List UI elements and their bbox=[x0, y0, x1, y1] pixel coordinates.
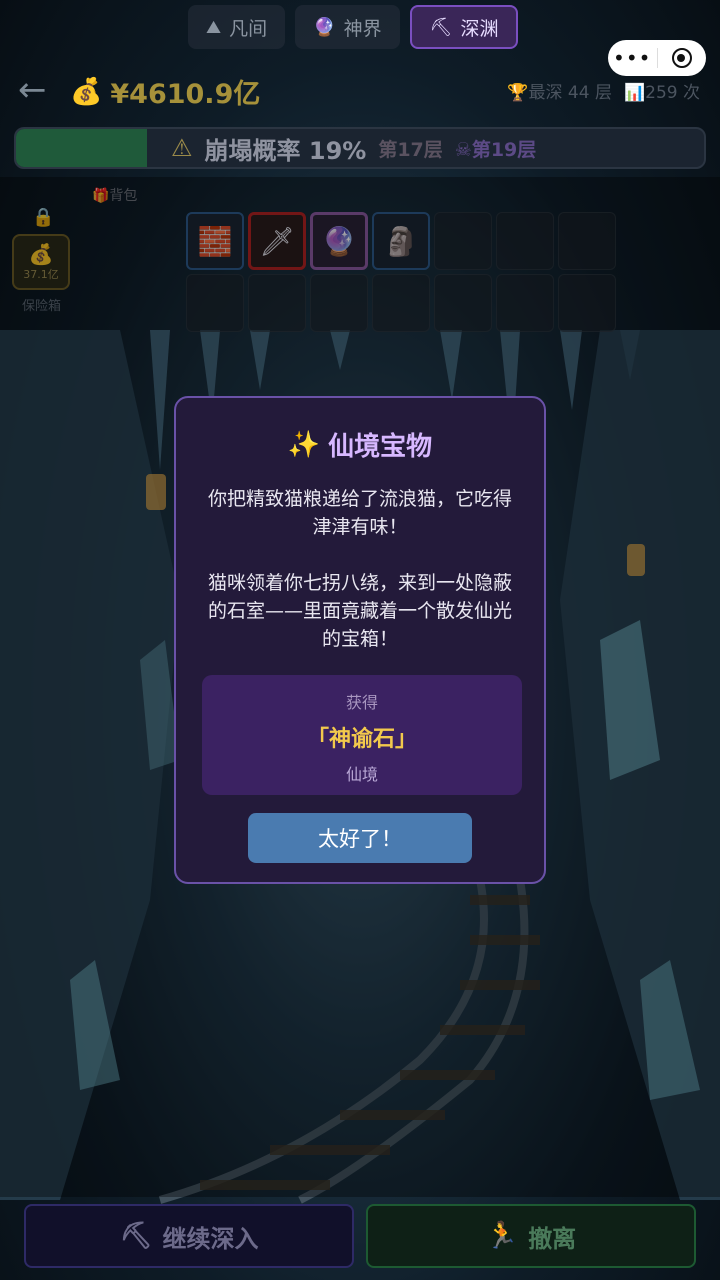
collapse-progress-bar: ⚠ 崩塌概率 19% 第17层 ☠第19层 bbox=[14, 127, 706, 169]
realm-tabs: ⛰ 凡间 🔮 神界 ⛏ 深渊 bbox=[188, 5, 519, 49]
sparkles-icon: ✨ bbox=[287, 429, 321, 460]
current-layer: 第17层 bbox=[378, 138, 443, 161]
tab-mortal[interactable]: ⛰ 凡间 bbox=[188, 5, 286, 49]
tab-abyss-label: 深渊 bbox=[460, 17, 499, 40]
tab-mortal-label: 凡间 bbox=[229, 17, 268, 40]
tab-divine[interactable]: 🔮 神界 bbox=[295, 5, 400, 49]
deep-layer-value: 第19层 bbox=[471, 138, 537, 161]
target-icon bbox=[671, 48, 692, 68]
bottom-actions: ⛏ 继续深入 🏃 撤离 bbox=[24, 1204, 696, 1268]
money-value: ¥4610.9亿 bbox=[110, 79, 261, 110]
mountain-icon: ⛰ bbox=[206, 16, 222, 38]
tab-abyss[interactable]: ⛏ 深渊 bbox=[409, 5, 519, 49]
running-person-icon: 🏃 bbox=[485, 1221, 519, 1251]
deepest-value: 最深 44 层 bbox=[528, 83, 612, 103]
tab-divine-label: 神界 bbox=[343, 17, 382, 40]
dialog-body: 你把精致猫粮递给了流浪猫，它吃得津津有味！ 猫咪领着你七拐八绕，来到一处隐蔽的石… bbox=[200, 485, 520, 653]
miniprogram-capsule: ••• bbox=[608, 40, 706, 76]
run-stats: 🏆最深 44 层 📊259 次 bbox=[507, 78, 700, 103]
reward-tier: 仙境 bbox=[345, 765, 378, 784]
pickaxe-icon: ⛏ bbox=[429, 16, 453, 38]
dialog-paragraph: 猫咪领着你七拐八绕，来到一处隐蔽的石室——里面竟藏着一个散发仙光的宝箱！ bbox=[207, 572, 512, 650]
more-dots-icon: ••• bbox=[613, 46, 652, 70]
collapse-probability: 崩塌概率 19% bbox=[204, 136, 367, 165]
pickaxe-icon: ⛏ bbox=[119, 1221, 153, 1251]
count-value: 259 次 bbox=[645, 83, 700, 103]
warning-icon: ⚠ bbox=[171, 134, 193, 162]
money-bag-icon: 💰 bbox=[70, 76, 103, 107]
confirm-button[interactable]: 太好了！ bbox=[248, 813, 472, 863]
progress-info: ⚠ 崩塌概率 19% 第17层 ☠第19层 bbox=[171, 129, 536, 167]
treasure-dialog: ✨ 仙境宝物 你把精致猫粮递给了流浪猫，它吃得津津有味！ 猫咪领着你七拐八绕，来… bbox=[174, 396, 546, 884]
reward-box: 获得 「神谕石」 仙境 bbox=[202, 675, 522, 795]
continue-label: 继续深入 bbox=[162, 1224, 259, 1253]
back-arrow-icon[interactable]: ← bbox=[18, 70, 47, 110]
money-display: 💰 ¥4610.9亿 bbox=[70, 72, 260, 111]
close-miniprogram-button[interactable] bbox=[658, 40, 707, 76]
progress-fill bbox=[16, 129, 147, 167]
deepest-stat: 🏆最深 44 层 bbox=[507, 78, 612, 103]
trophy-icon: 🏆 bbox=[507, 83, 529, 103]
skull-icon: ☠ bbox=[454, 138, 472, 161]
retreat-button[interactable]: 🏃 撤离 bbox=[366, 1204, 696, 1268]
chart-icon: 📊 bbox=[623, 83, 646, 103]
reward-name: 「神谕石」 bbox=[306, 727, 417, 752]
deep-layer: ☠第19层 bbox=[455, 135, 537, 162]
more-button[interactable]: ••• bbox=[608, 40, 657, 76]
retreat-label: 撤离 bbox=[528, 1224, 577, 1253]
continue-deeper-button[interactable]: ⛏ 继续深入 bbox=[24, 1204, 354, 1268]
reward-label: 获得 bbox=[345, 693, 378, 712]
crystal-ball-icon: 🔮 bbox=[313, 16, 336, 38]
count-stat: 📊259 次 bbox=[624, 78, 700, 103]
dialog-title-text: 仙境宝物 bbox=[328, 432, 433, 462]
dialog-paragraph: 你把精致猫粮递给了流浪猫，它吃得津津有味！ bbox=[207, 488, 512, 538]
dialog-title: ✨ 仙境宝物 bbox=[200, 426, 520, 463]
